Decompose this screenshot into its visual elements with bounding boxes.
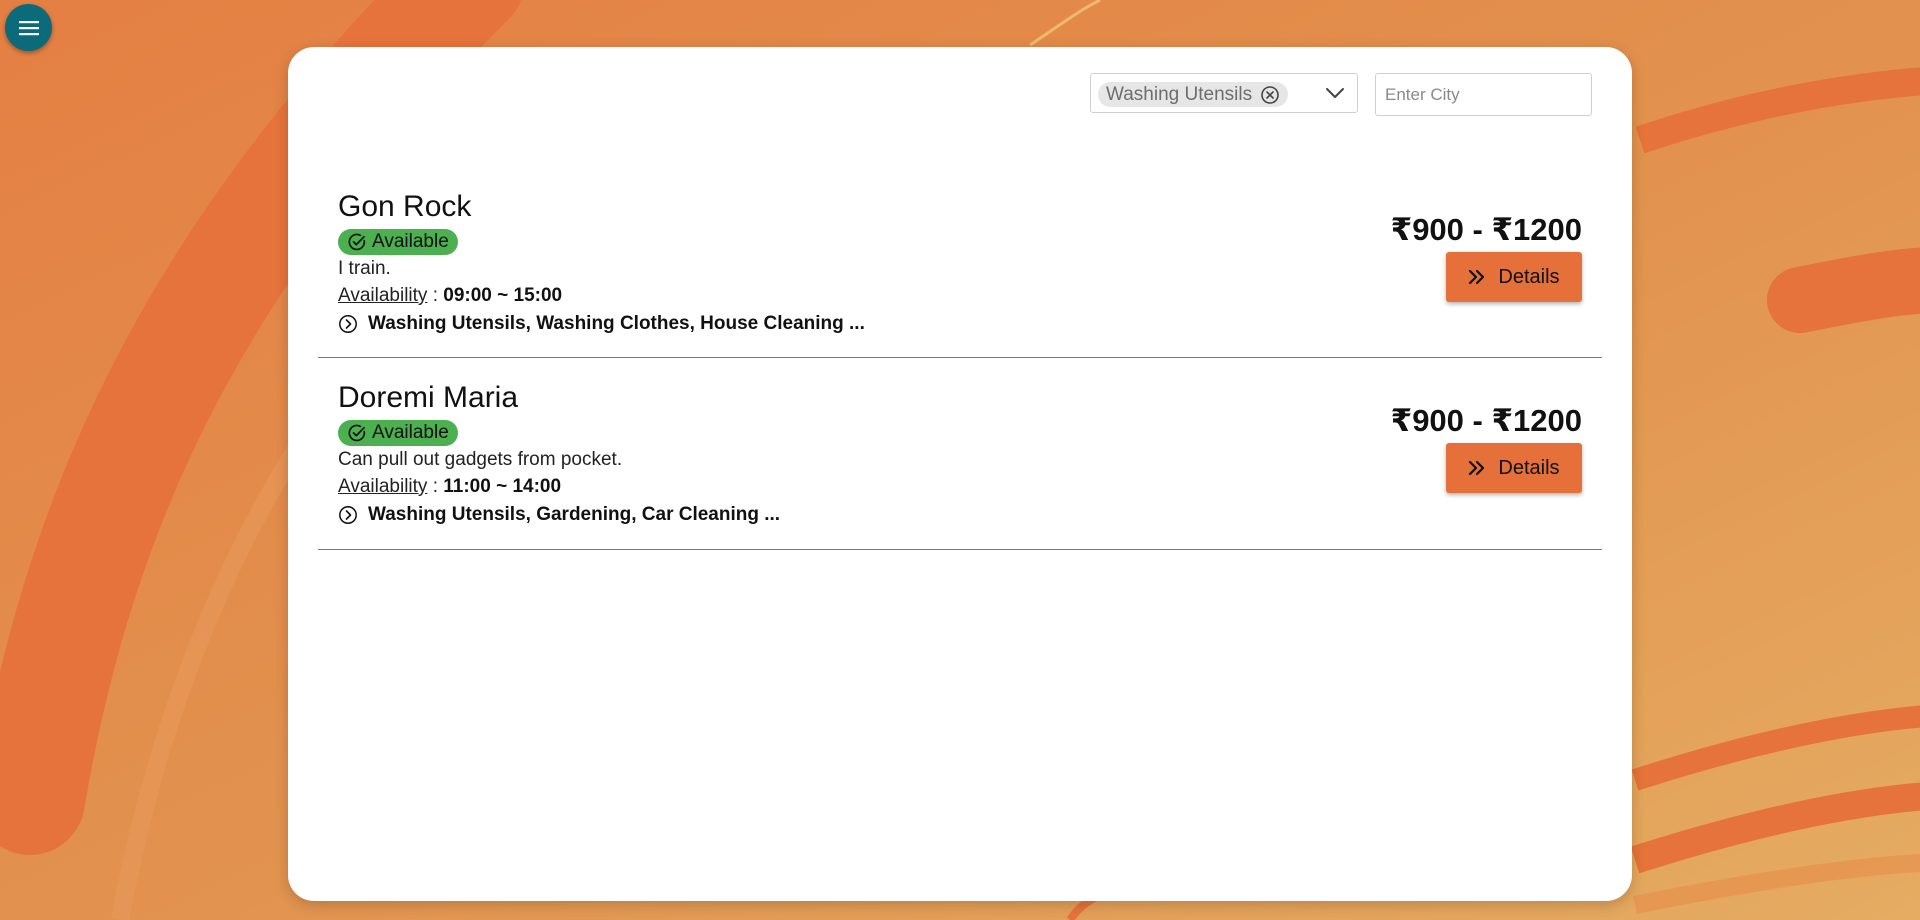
availability-separator: :	[427, 476, 444, 497]
services-text: Washing Utensils, Gardening, Car Cleanin…	[368, 504, 781, 525]
details-button[interactable]: Details	[1446, 443, 1582, 493]
availability-time: 09:00 ~ 15:00	[443, 285, 563, 306]
availability-time: 11:00 ~ 14:00	[443, 476, 562, 497]
status-label: Available	[372, 231, 449, 252]
double-chevron-right-icon	[1469, 269, 1485, 285]
service-filter-select[interactable]: Washing Utensils	[1090, 73, 1358, 113]
details-button[interactable]: Details	[1446, 252, 1582, 302]
availability-line: Availability : 11:00 ~ 14:00	[338, 476, 561, 498]
check-circle-icon	[348, 233, 366, 251]
details-label: Details	[1498, 456, 1560, 479]
results-card: Washing Utensils Gon Rock Available I	[288, 47, 1632, 901]
services-line: Washing Utensils, Washing Clothes, House…	[338, 313, 865, 335]
provider-name: Doremi Maria	[338, 381, 519, 414]
price-range: ₹900 - ₹1200	[1390, 403, 1582, 438]
provider-description: Can pull out gadgets from pocket.	[338, 449, 623, 470]
details-label: Details	[1498, 265, 1560, 288]
status-badge: Available	[338, 420, 458, 446]
provider-description: I train.	[338, 258, 391, 279]
city-input[interactable]	[1375, 73, 1592, 116]
status-label: Available	[372, 422, 449, 443]
availability-label: Availability	[338, 476, 428, 497]
services-text: Washing Utensils, Washing Clothes, House…	[368, 313, 865, 334]
hamburger-menu-icon	[18, 20, 39, 35]
listing-row: Gon Rock Available I train. Availability…	[318, 167, 1602, 358]
availability-label: Availability	[338, 285, 428, 306]
services-line: Washing Utensils, Gardening, Car Cleanin…	[338, 504, 780, 526]
chevron-right-circle-icon	[339, 315, 357, 333]
price-range: ₹900 - ₹1200	[1390, 212, 1582, 247]
status-badge: Available	[338, 229, 458, 255]
double-chevron-right-icon	[1469, 460, 1485, 476]
provider-name: Gon Rock	[338, 190, 472, 223]
chevron-right-circle-icon	[339, 506, 357, 524]
chevron-down-icon[interactable]	[1325, 84, 1345, 107]
check-circle-icon	[348, 424, 366, 442]
menu-button[interactable]	[5, 4, 52, 51]
remove-chip-icon[interactable]	[1260, 85, 1280, 105]
listing-row: Doremi Maria Available Can pull out gadg…	[318, 358, 1602, 550]
availability-line: Availability : 09:00 ~ 15:00	[338, 285, 562, 307]
service-chip-label: Washing Utensils	[1106, 83, 1253, 105]
service-filter-chip: Washing Utensils	[1098, 82, 1289, 107]
availability-separator: :	[427, 285, 444, 306]
